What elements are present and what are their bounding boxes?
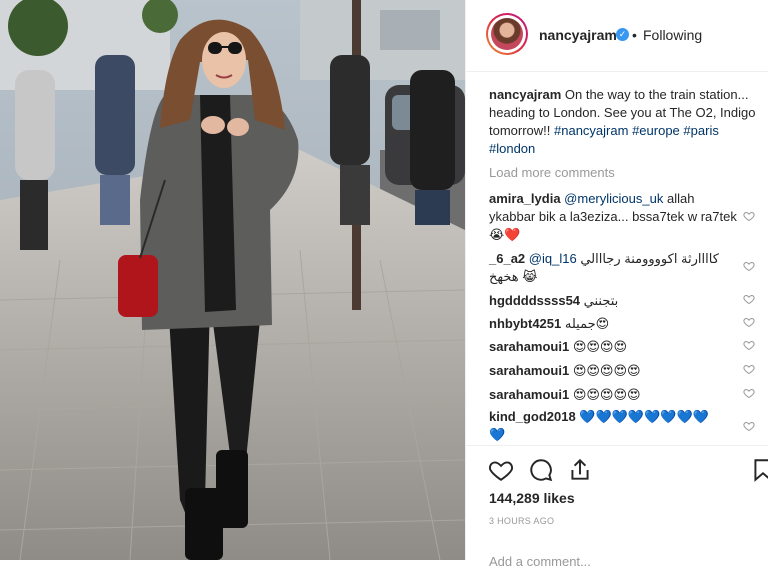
comment-item: sarahamoui1 😍😍😍😍😍 bbox=[489, 362, 739, 380]
post-timestamp[interactable]: 3 HOURS AGO bbox=[489, 516, 554, 526]
hashtag-link[interactable]: #europe bbox=[632, 123, 680, 138]
comment-item: amira_lydia @merylicious_uk allah ykabba… bbox=[489, 190, 739, 244]
comment-username[interactable]: amira_lydia bbox=[489, 191, 561, 206]
comment-like-heart-icon[interactable] bbox=[743, 363, 755, 375]
comment-username[interactable]: sarahamoui1 bbox=[489, 387, 569, 402]
comment-emoji: 😍😍😍😍😍 bbox=[572, 387, 641, 402]
comment-text: جميله bbox=[564, 316, 596, 331]
comment-like-heart-icon[interactable] bbox=[743, 420, 755, 432]
comment-item: nhbybt4251 جميله😍 bbox=[489, 315, 739, 333]
heart-icon[interactable] bbox=[488, 457, 514, 483]
comment-username[interactable]: nhbybt4251 bbox=[489, 316, 561, 331]
following-button[interactable]: Following bbox=[643, 27, 702, 43]
post-sidebar: nancyajram ✓ • Following nancyajram On t… bbox=[465, 0, 768, 569]
post-caption: nancyajram On the way to the train stati… bbox=[489, 86, 761, 158]
post-actions: 144,289 likes 3 HOURS AGO Add a comment.… bbox=[466, 445, 768, 569]
comment-like-heart-icon[interactable] bbox=[743, 260, 755, 272]
load-more-comments-button[interactable]: Load more comments bbox=[489, 165, 615, 180]
caption-username[interactable]: nancyajram bbox=[489, 87, 561, 102]
share-icon[interactable] bbox=[567, 457, 593, 483]
comment-like-heart-icon[interactable] bbox=[743, 210, 755, 222]
street-photo bbox=[0, 0, 465, 560]
hashtag-link[interactable]: #nancyajram bbox=[554, 123, 628, 138]
separator-dot: • bbox=[632, 27, 637, 43]
comment-like-heart-icon[interactable] bbox=[743, 316, 755, 328]
verified-badge-icon: ✓ bbox=[616, 28, 629, 41]
add-comment-input[interactable]: Add a comment... bbox=[489, 554, 591, 569]
comment-mention[interactable]: @iq_l16 bbox=[529, 251, 577, 266]
comment-emoji: 😍😍😍😍 bbox=[572, 339, 628, 354]
comment-emoji: 😹 bbox=[522, 269, 538, 284]
comment-username[interactable]: kind_god2018 bbox=[489, 409, 576, 424]
bookmark-icon[interactable] bbox=[750, 457, 768, 483]
comment-username[interactable]: sarahamoui1 bbox=[489, 339, 569, 354]
post-photo[interactable] bbox=[0, 0, 465, 560]
header-username[interactable]: nancyajram bbox=[539, 27, 617, 43]
comment-like-heart-icon[interactable] bbox=[743, 387, 755, 399]
like-count[interactable]: 144,289 likes bbox=[489, 490, 575, 506]
comment-mention[interactable]: @merylicious_uk bbox=[564, 191, 663, 206]
comment-text: بتجنني bbox=[583, 293, 619, 308]
comment-username[interactable]: sarahamoui1 bbox=[489, 363, 569, 378]
post-header: nancyajram ✓ • Following bbox=[466, 0, 768, 72]
comment-emoji: 😍 bbox=[595, 316, 610, 331]
comment-emoji: 😭❤️ bbox=[489, 227, 521, 242]
comment-item: _6_a2 @iq_l16 كاااارثة اكوووومنة رجااالي… bbox=[489, 250, 739, 286]
comment-item: sarahamoui1 😍😍😍😍😍 bbox=[489, 386, 739, 404]
comment-item: kind_god2018 💙💙💙💙💙💙💙💙💙 bbox=[489, 408, 724, 444]
comment-username[interactable]: hgddddssss54 bbox=[489, 293, 580, 308]
hashtag-link[interactable]: #paris bbox=[683, 123, 718, 138]
comment-emoji: 😍😍😍😍😍 bbox=[572, 363, 641, 378]
comment-item: hgddddssss54 بتجنني bbox=[489, 292, 739, 310]
comment-username[interactable]: _6_a2 bbox=[489, 251, 525, 266]
comment-item: sarahamoui1 😍😍😍😍 bbox=[489, 338, 739, 356]
comment-like-heart-icon[interactable] bbox=[743, 293, 755, 305]
avatar[interactable] bbox=[486, 13, 528, 55]
comment-like-heart-icon[interactable] bbox=[743, 339, 755, 351]
comment-icon[interactable] bbox=[528, 457, 554, 483]
hashtag-link[interactable]: #london bbox=[489, 141, 535, 156]
